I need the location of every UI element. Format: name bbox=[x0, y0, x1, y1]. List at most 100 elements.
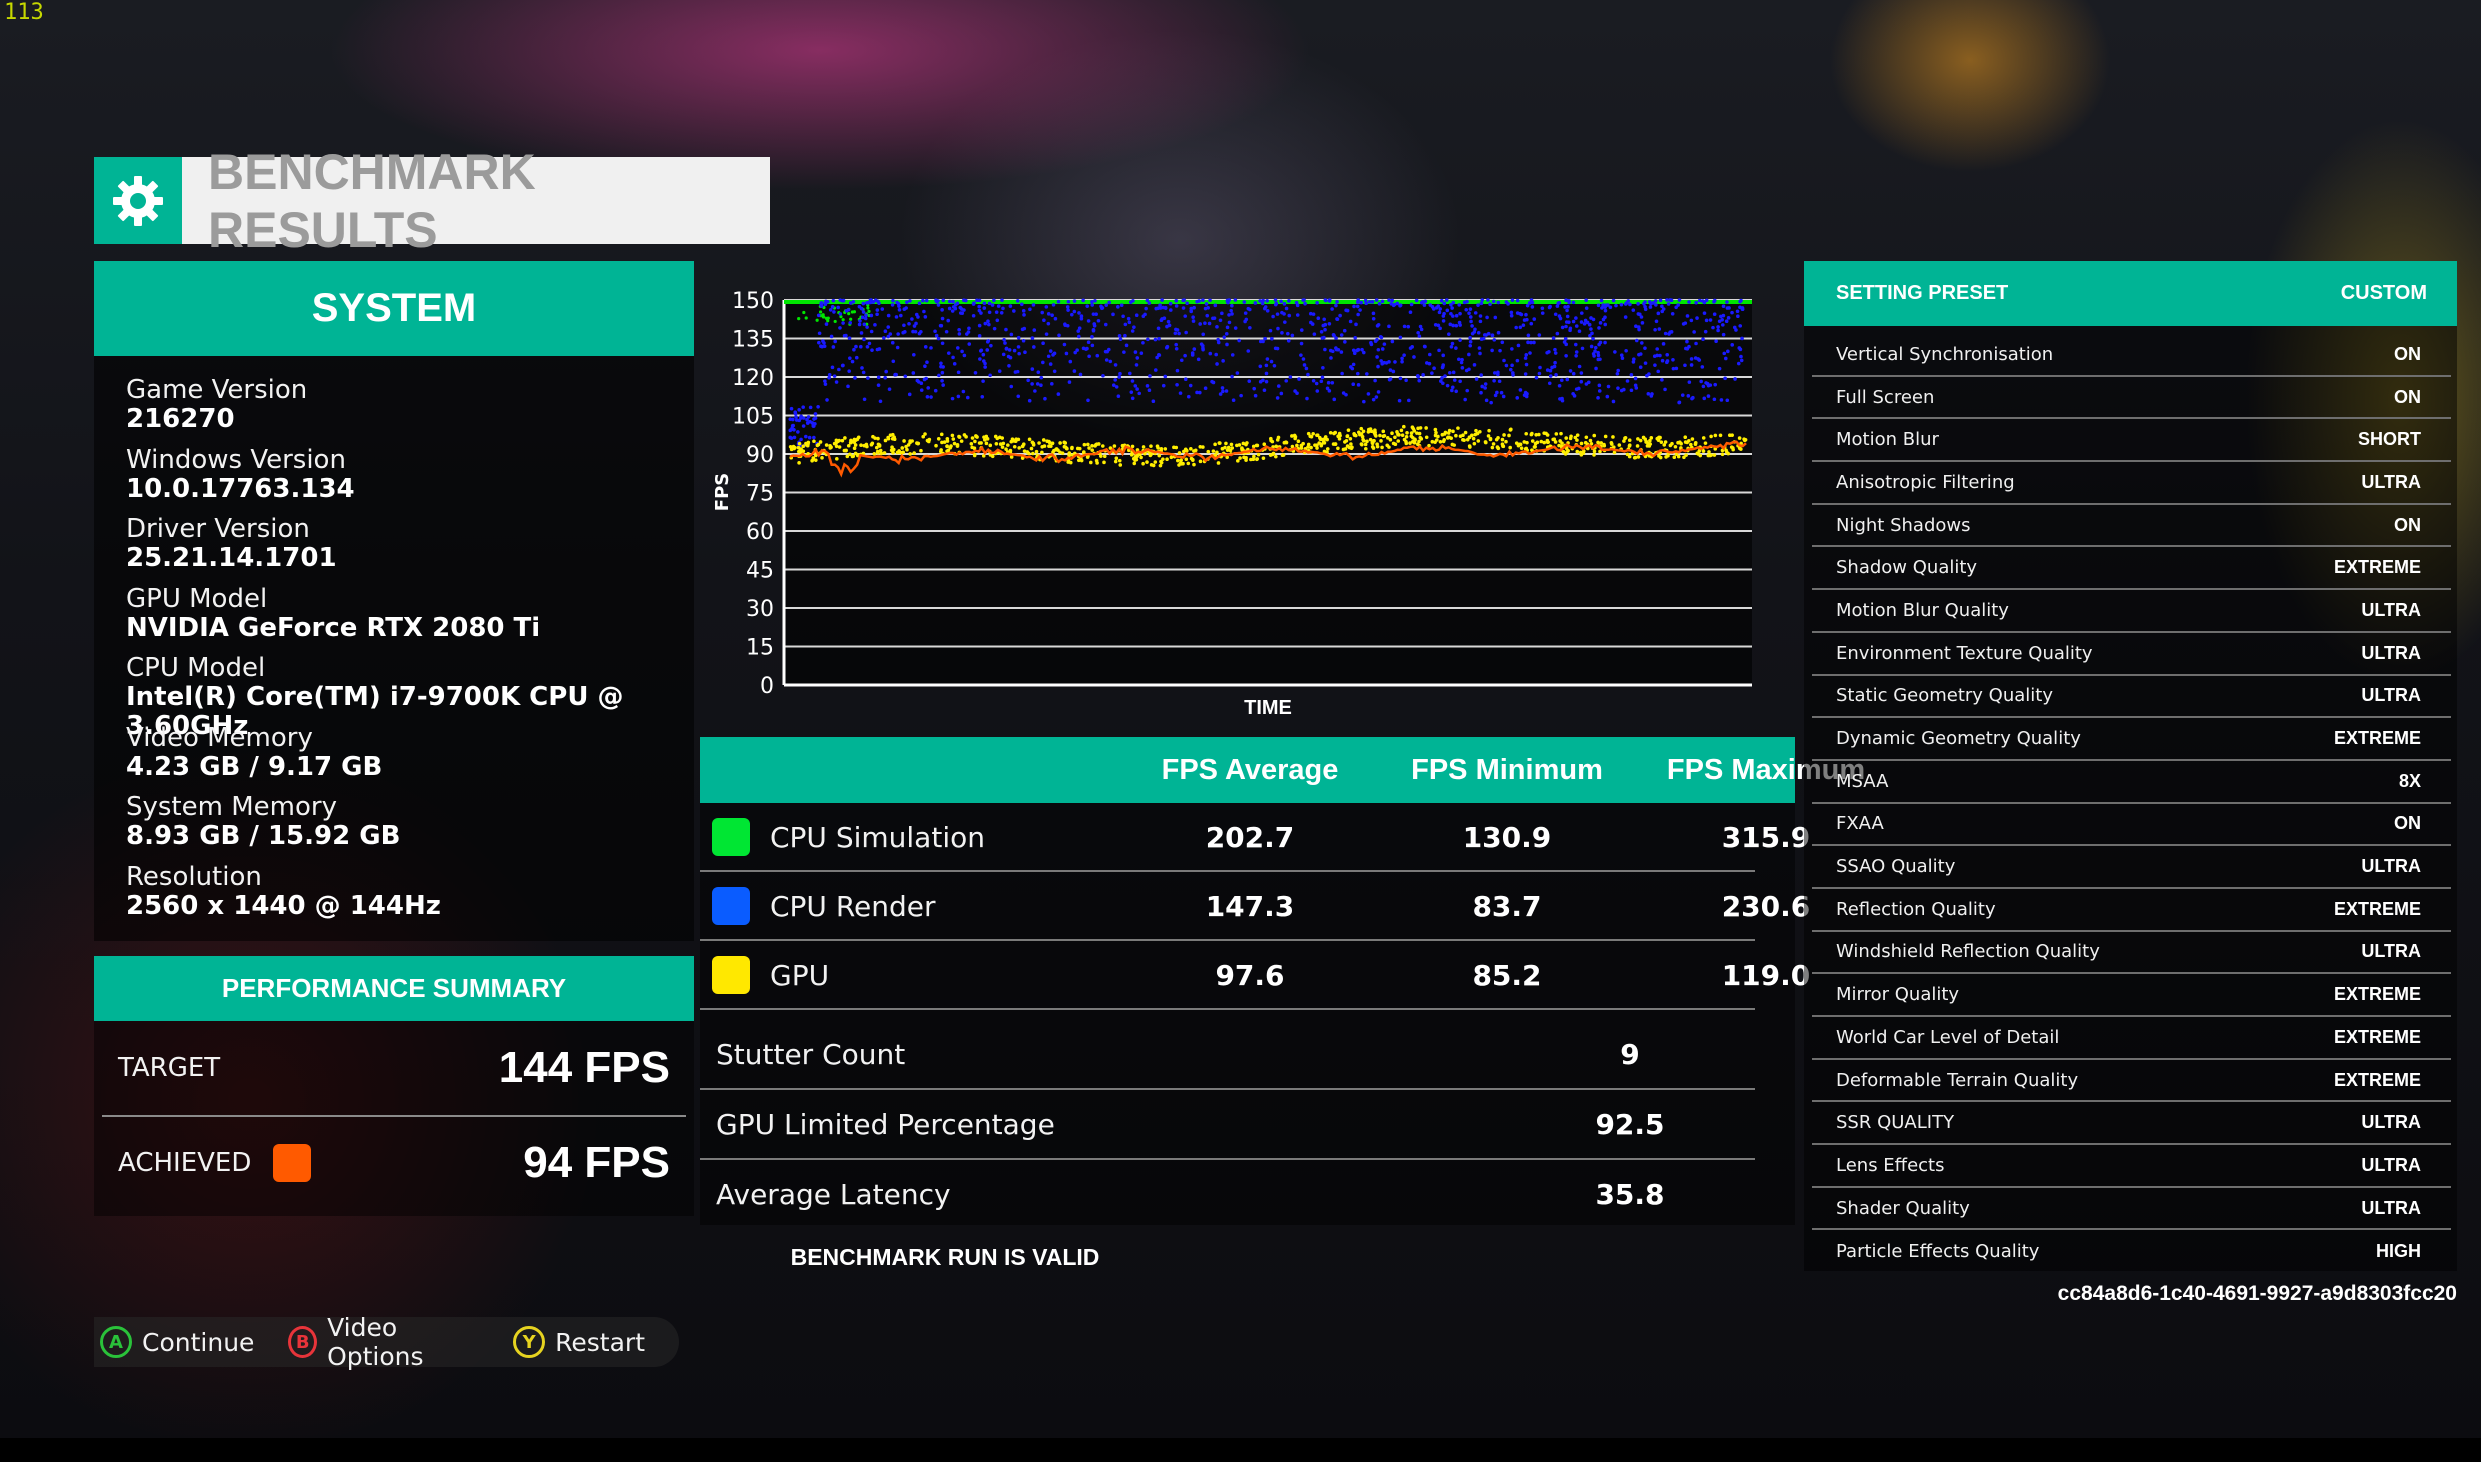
data-point bbox=[1299, 341, 1304, 346]
data-point bbox=[1591, 317, 1596, 322]
data-point bbox=[1218, 392, 1223, 396]
data-point bbox=[1287, 313, 1292, 318]
y-tick-label: 120 bbox=[732, 366, 774, 391]
data-point bbox=[1251, 457, 1256, 462]
data-point bbox=[1094, 312, 1098, 317]
setting-row: Lens Effects ULTRA bbox=[1812, 1145, 2451, 1188]
data-point bbox=[1720, 452, 1725, 457]
data-point bbox=[1547, 349, 1551, 354]
data-point bbox=[1000, 436, 1005, 440]
data-point bbox=[1724, 319, 1729, 324]
button-label: Continue bbox=[142, 1327, 255, 1357]
data-point bbox=[951, 437, 956, 441]
data-point bbox=[951, 299, 955, 304]
data-point bbox=[1184, 330, 1188, 335]
data-point bbox=[959, 439, 964, 443]
data-point bbox=[1390, 339, 1395, 344]
data-point bbox=[1643, 307, 1648, 312]
data-point bbox=[924, 376, 928, 381]
data-point bbox=[1117, 458, 1122, 463]
data-point bbox=[1471, 436, 1476, 441]
data-point bbox=[956, 394, 961, 399]
data-point bbox=[953, 302, 958, 307]
data-point bbox=[1592, 449, 1597, 454]
data-point bbox=[1649, 436, 1654, 440]
data-point bbox=[1218, 441, 1222, 445]
data-point bbox=[997, 369, 1002, 373]
video-options-button[interactable]: B Video Options bbox=[288, 1313, 479, 1371]
data-point bbox=[1439, 379, 1443, 383]
data-point bbox=[1483, 440, 1488, 445]
data-point bbox=[1636, 437, 1640, 441]
data-point bbox=[1482, 333, 1487, 337]
data-point bbox=[1577, 329, 1582, 333]
data-point bbox=[1088, 460, 1093, 465]
data-point bbox=[1484, 398, 1489, 403]
data-point bbox=[1336, 446, 1340, 451]
continue-button[interactable]: A Continue bbox=[100, 1326, 254, 1358]
data-point bbox=[1305, 396, 1309, 401]
data-point bbox=[1565, 377, 1570, 382]
data-point bbox=[1469, 319, 1473, 324]
data-point bbox=[992, 298, 996, 303]
data-point bbox=[1485, 315, 1489, 320]
data-point bbox=[1564, 320, 1569, 324]
data-point bbox=[1638, 312, 1642, 317]
data-point bbox=[1417, 378, 1422, 383]
data-point bbox=[1269, 438, 1273, 443]
data-point bbox=[1623, 315, 1628, 319]
fps-counter: 113 bbox=[4, 0, 44, 25]
data-point bbox=[1015, 299, 1020, 303]
data-point bbox=[840, 363, 845, 368]
data-point bbox=[1323, 298, 1328, 302]
data-point bbox=[1176, 458, 1180, 463]
data-point bbox=[1670, 441, 1674, 446]
data-point bbox=[1683, 321, 1688, 325]
restart-button[interactable]: Y Restart bbox=[513, 1326, 645, 1358]
data-point bbox=[1127, 320, 1132, 325]
data-point bbox=[1279, 299, 1283, 304]
data-point bbox=[1407, 398, 1411, 403]
data-point bbox=[1722, 351, 1727, 356]
y-tick-label: 90 bbox=[746, 443, 774, 468]
data-point bbox=[1397, 398, 1402, 403]
setting-name: Deformable Terrain Quality bbox=[1836, 1069, 2079, 1091]
data-point bbox=[950, 396, 955, 401]
data-point bbox=[1013, 370, 1018, 374]
setting-value: ULTRA bbox=[2361, 642, 2421, 663]
data-point bbox=[1584, 298, 1588, 303]
data-point bbox=[1133, 350, 1138, 354]
data-point bbox=[1230, 374, 1234, 379]
data-point bbox=[1655, 347, 1659, 351]
data-point bbox=[1242, 300, 1247, 304]
data-point bbox=[829, 334, 834, 339]
data-point bbox=[1153, 368, 1158, 372]
data-point bbox=[1578, 450, 1583, 455]
data-point bbox=[1121, 314, 1125, 319]
data-point bbox=[1297, 377, 1301, 381]
data-point bbox=[1276, 435, 1281, 440]
data-point bbox=[1290, 333, 1295, 338]
data-point bbox=[1656, 311, 1661, 316]
data-point bbox=[939, 449, 943, 454]
data-point bbox=[1343, 340, 1347, 344]
data-point bbox=[1712, 397, 1717, 402]
data-point bbox=[1261, 456, 1266, 460]
data-point bbox=[1145, 384, 1150, 388]
data-point bbox=[891, 359, 896, 364]
data-point bbox=[1551, 336, 1556, 340]
data-point bbox=[1206, 449, 1211, 454]
data-point bbox=[887, 387, 892, 391]
data-point bbox=[852, 440, 857, 444]
data-point bbox=[1174, 445, 1179, 450]
data-point bbox=[1553, 312, 1558, 317]
data-point bbox=[1416, 442, 1420, 446]
data-point bbox=[979, 441, 983, 445]
data-point bbox=[837, 438, 841, 443]
data-point bbox=[1476, 330, 1481, 335]
data-point bbox=[1346, 428, 1351, 432]
data-point bbox=[1495, 445, 1500, 449]
data-point bbox=[1048, 349, 1053, 353]
data-point bbox=[1022, 313, 1026, 317]
data-point bbox=[1419, 437, 1424, 441]
